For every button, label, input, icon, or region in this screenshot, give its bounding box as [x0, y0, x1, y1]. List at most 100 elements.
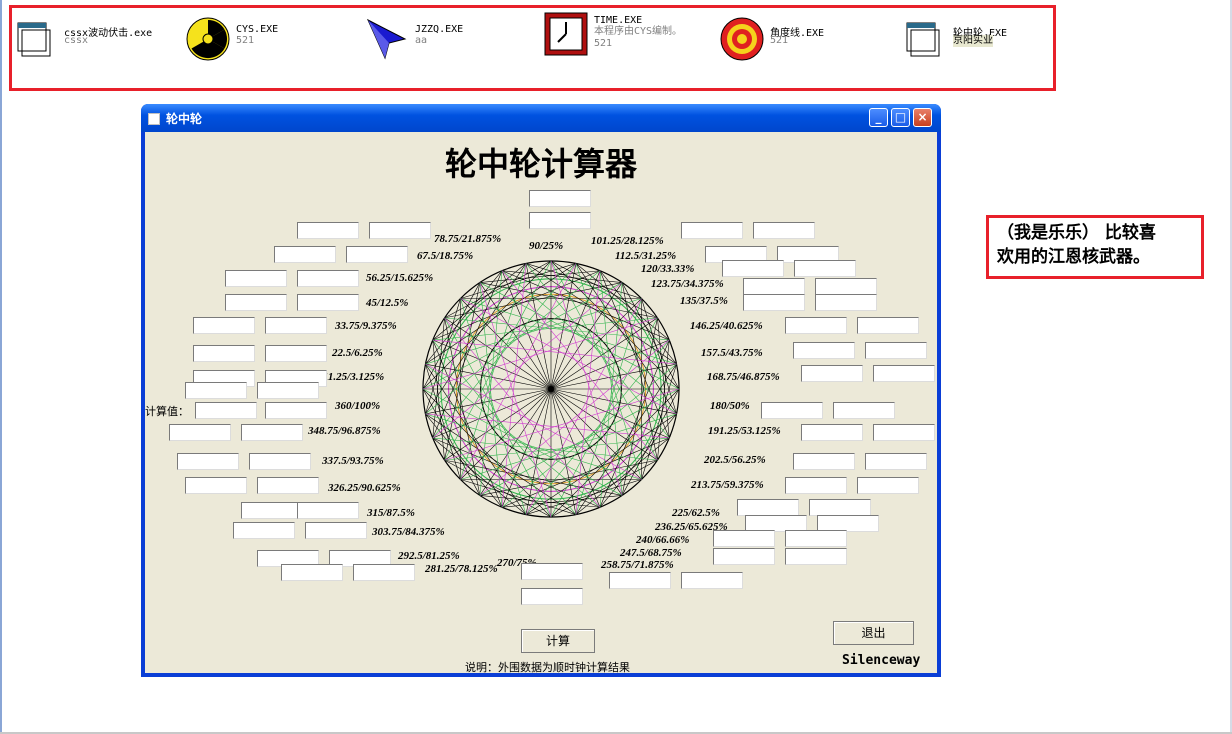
maximize-button[interactable]: □: [891, 108, 910, 127]
desktop-icon-time[interactable]: TIME.EXE 本程序由CYS编制。 521: [544, 12, 714, 56]
icon-description: 521: [236, 35, 255, 46]
value-textbox[interactable]: [297, 270, 359, 287]
annotation-note: （我是乐乐） 比较喜 欢用的江恩核武器。: [986, 215, 1204, 279]
angle-label: 337.5/93.75%: [322, 455, 384, 467]
value-textbox[interactable]: [801, 365, 863, 382]
value-textbox[interactable]: [169, 424, 231, 441]
value-textbox[interactable]: [529, 190, 591, 207]
value-textbox[interactable]: [794, 260, 856, 277]
icon-filename: TIME.EXE: [594, 15, 643, 26]
minimize-button[interactable]: _: [869, 108, 888, 127]
value-textbox[interactable]: [241, 424, 303, 441]
value-textbox[interactable]: [865, 453, 927, 470]
value-textbox[interactable]: [785, 548, 847, 565]
desktop-icon-cys[interactable]: CYS.EXE 521: [186, 17, 346, 61]
angle-label: 315/87.5%: [367, 507, 415, 519]
angle-label: 348.75/96.875%: [308, 425, 381, 437]
value-textbox[interactable]: [249, 453, 311, 470]
note-line-1: （我是乐乐） 比较喜: [997, 223, 1156, 243]
value-textbox[interactable]: [873, 365, 935, 382]
value-textbox[interactable]: [193, 317, 255, 334]
value-textbox[interactable]: [761, 402, 823, 419]
window-app-icon: [17, 22, 51, 57]
value-textbox[interactable]: [865, 342, 927, 359]
value-textbox[interactable]: [274, 246, 336, 263]
value-textbox[interactable]: [521, 588, 583, 605]
window-title: 轮中轮: [166, 112, 203, 126]
value-textbox[interactable]: [873, 424, 935, 441]
value-textbox[interactable]: [265, 345, 327, 362]
value-textbox[interactable]: [297, 502, 359, 519]
angle-label: 11.25/3.125%: [323, 371, 385, 383]
app-window: 轮中轮 _ □ × 轮中轮计算器 计算值： 90/25% 101.25/28.12…: [141, 104, 941, 677]
value-textbox[interactable]: [809, 499, 871, 516]
angle-label: 292.5/81.25%: [398, 550, 460, 562]
value-textbox[interactable]: [713, 530, 775, 547]
value-textbox[interactable]: [195, 402, 257, 419]
value-textbox[interactable]: [281, 564, 343, 581]
value-textbox[interactable]: [743, 278, 805, 295]
brand-label: Silenceway: [842, 653, 921, 668]
desktop-icon-wheel[interactable]: 轮中轮.EXE 京阳实业: [903, 17, 1053, 57]
value-textbox[interactable]: [529, 212, 591, 229]
desktop-icon-cssx[interactable]: cssx波动伏击.exe cssx: [14, 17, 184, 57]
value-textbox[interactable]: [265, 317, 327, 334]
value-textbox[interactable]: [713, 548, 775, 565]
value-textbox[interactable]: [241, 502, 303, 519]
icon-description: cssx: [64, 35, 89, 46]
value-textbox[interactable]: [305, 522, 367, 539]
angle-label: 213.75/59.375%: [691, 479, 764, 491]
clock-icon: [544, 12, 588, 56]
radiation-icon: [186, 17, 230, 61]
angle-label: 191.25/53.125%: [708, 425, 781, 437]
value-textbox[interactable]: [609, 572, 671, 589]
value-textbox[interactable]: [722, 260, 784, 277]
angle-label: 157.5/43.75%: [701, 347, 763, 359]
value-textbox[interactable]: [369, 222, 431, 239]
value-textbox[interactable]: [346, 246, 408, 263]
angle-label: 33.75/9.375%: [335, 320, 397, 332]
value-textbox[interactable]: [785, 477, 847, 494]
value-textbox[interactable]: [681, 222, 743, 239]
value-textbox[interactable]: [177, 453, 239, 470]
value-textbox[interactable]: [233, 522, 295, 539]
value-textbox[interactable]: [521, 563, 583, 580]
window-client-area: 轮中轮计算器 计算值： 90/25% 101.25/28.125% 112.5/31…: [145, 132, 937, 673]
value-textbox[interactable]: [793, 453, 855, 470]
footer-note: 说明：外围数据为顺时钟计算结果: [465, 661, 630, 673]
exit-button[interactable]: 退出: [833, 621, 914, 645]
value-textbox[interactable]: [185, 477, 247, 494]
value-textbox[interactable]: [681, 572, 743, 589]
value-textbox[interactable]: [743, 294, 805, 311]
desktop-icon-angle-line[interactable]: 角度线.EXE 521: [720, 17, 880, 61]
value-textbox[interactable]: [225, 294, 287, 311]
angle-label: 67.5/18.75%: [417, 250, 474, 262]
value-textbox[interactable]: [353, 564, 415, 581]
value-textbox[interactable]: [193, 345, 255, 362]
value-textbox[interactable]: [785, 317, 847, 334]
value-textbox[interactable]: [793, 342, 855, 359]
close-button[interactable]: ×: [913, 108, 932, 127]
value-textbox[interactable]: [857, 317, 919, 334]
value-textbox[interactable]: [297, 222, 359, 239]
title-bar[interactable]: 轮中轮 _ □ ×: [141, 104, 941, 132]
value-textbox[interactable]: [815, 278, 877, 295]
calculate-button[interactable]: 计算: [521, 629, 595, 653]
value-textbox[interactable]: [785, 530, 847, 547]
value-textbox[interactable]: [737, 499, 799, 516]
value-textbox[interactable]: [185, 382, 247, 399]
value-textbox[interactable]: [257, 382, 319, 399]
value-textbox[interactable]: [815, 294, 877, 311]
icon-filename: JZZQ.EXE: [415, 24, 464, 35]
icon-description: aa: [415, 35, 428, 46]
value-textbox[interactable]: [297, 294, 359, 311]
value-textbox[interactable]: [225, 270, 287, 287]
value-textbox[interactable]: [265, 402, 327, 419]
value-textbox[interactable]: [833, 402, 895, 419]
value-textbox[interactable]: [257, 477, 319, 494]
desktop-icon-jzzq[interactable]: JZZQ.EXE aa: [365, 17, 525, 60]
value-textbox[interactable]: [857, 477, 919, 494]
value-textbox[interactable]: [753, 222, 815, 239]
icon-filename: CYS.EXE: [236, 24, 279, 35]
value-textbox[interactable]: [801, 424, 863, 441]
